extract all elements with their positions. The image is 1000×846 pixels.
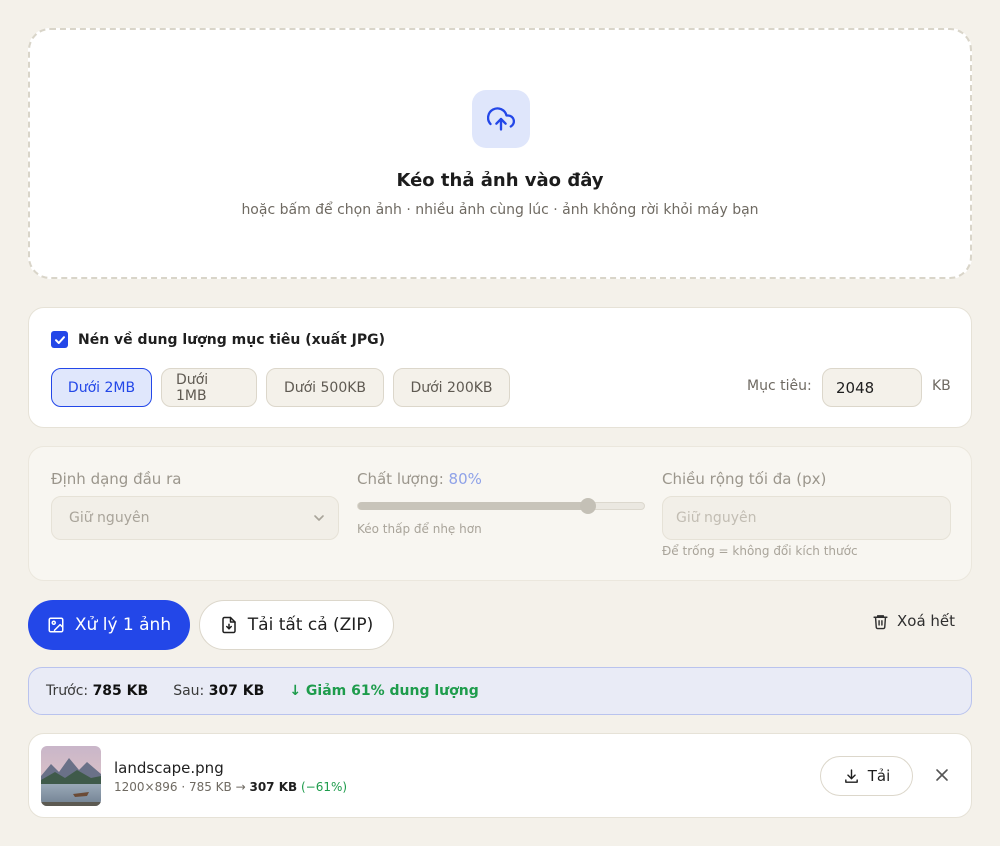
clear-all-label: Xoá hết <box>897 612 956 630</box>
target-size-card: Nén về dung lượng mục tiêu (xuất JPG) Dư… <box>28 307 972 428</box>
file-download-icon <box>222 616 236 634</box>
quality-hint: Kéo thấp để nhẹ hơn <box>357 522 482 536</box>
process-button[interactable]: Xử lý 1 ảnh <box>28 600 190 650</box>
size-summary: Trước: 785 KB Sau: 307 KB ↓ Giảm 61% dun… <box>28 667 972 715</box>
chevron-down-icon <box>314 515 324 521</box>
target-label: Mục tiêu: <box>747 378 812 394</box>
output-settings-card: Định dạng đầu ra Giữ nguyên Chất lượng: … <box>28 446 972 581</box>
reduction-text: ↓ Giảm 61% dung lượng <box>289 683 479 699</box>
target-unit: KB <box>932 378 951 394</box>
after-label: Sau: <box>173 683 205 699</box>
file-new-size: 307 KB <box>249 780 298 794</box>
cloud-upload-icon <box>472 90 530 148</box>
target-size-input[interactable]: 2048 <box>822 368 922 407</box>
quality-slider[interactable] <box>357 498 645 514</box>
max-width-label: Chiều rộng tối đa (px) <box>662 470 827 488</box>
max-width-hint: Để trống = không đổi kích thước <box>662 544 858 558</box>
file-thumbnail <box>41 746 101 806</box>
before-value: 785 KB <box>92 683 149 699</box>
file-download-button[interactable]: Tải <box>820 756 913 796</box>
download-all-label: Tải tất cả (ZIP) <box>247 615 374 635</box>
file-meta: 1200×896 · 785 KB → 307 KB (−61%) <box>114 780 347 794</box>
dropzone-title: Kéo thả ảnh vào đây <box>396 170 604 191</box>
compress-option[interactable]: Nén về dung lượng mục tiêu (xuất JPG) <box>51 331 385 348</box>
preset-200kb-button[interactable]: Dưới 200KB <box>393 368 510 407</box>
file-name: landscape.png <box>114 759 224 777</box>
quality-slider-fill <box>358 502 589 510</box>
dropzone-subtitle: hoặc bấm để chọn ảnh · nhiều ảnh cùng lú… <box>241 202 759 218</box>
upload-dropzone[interactable]: Kéo thả ảnh vào đây hoặc bấm để chọn ảnh… <box>28 28 972 279</box>
after-value: 307 KB <box>208 683 265 699</box>
preset-2mb-button[interactable]: Dưới 2MB <box>51 368 152 407</box>
file-download-label: Tải <box>867 767 891 785</box>
file-change: (−61%) <box>300 780 348 794</box>
download-all-button[interactable]: Tải tất cả (ZIP) <box>199 600 394 650</box>
file-meta-text: 1200×896 · 785 KB → <box>114 780 246 794</box>
format-label: Định dạng đầu ra <box>51 470 182 488</box>
preset-500kb-button[interactable]: Dưới 500KB <box>266 368 384 407</box>
preset-1mb-button[interactable]: Dưới 1MB <box>161 368 257 407</box>
compress-label: Nén về dung lượng mục tiêu (xuất JPG) <box>78 331 385 348</box>
quality-value: 80% <box>448 470 482 488</box>
format-select-value: Giữ nguyên <box>69 510 150 526</box>
quality-label: Chất lượng: 80% <box>357 470 482 488</box>
trash-icon <box>873 614 888 629</box>
check-icon <box>54 335 65 344</box>
max-width-input[interactable]: Giữ nguyên <box>662 496 951 540</box>
process-button-label: Xử lý 1 ảnh <box>74 615 172 635</box>
remove-file-close-icon[interactable] <box>935 768 949 782</box>
image-edit-icon <box>48 617 64 633</box>
compress-checkbox[interactable] <box>51 331 68 348</box>
clear-all-button[interactable]: Xoá hết <box>872 612 955 630</box>
file-item: landscape.png 1200×896 · 785 KB → 307 KB… <box>28 733 972 818</box>
quality-label-text: Chất lượng: <box>357 470 444 488</box>
quality-slider-thumb[interactable] <box>580 498 597 514</box>
before-label: Trước: <box>46 683 89 699</box>
format-select[interactable]: Giữ nguyên <box>51 496 339 540</box>
download-icon <box>844 768 858 783</box>
